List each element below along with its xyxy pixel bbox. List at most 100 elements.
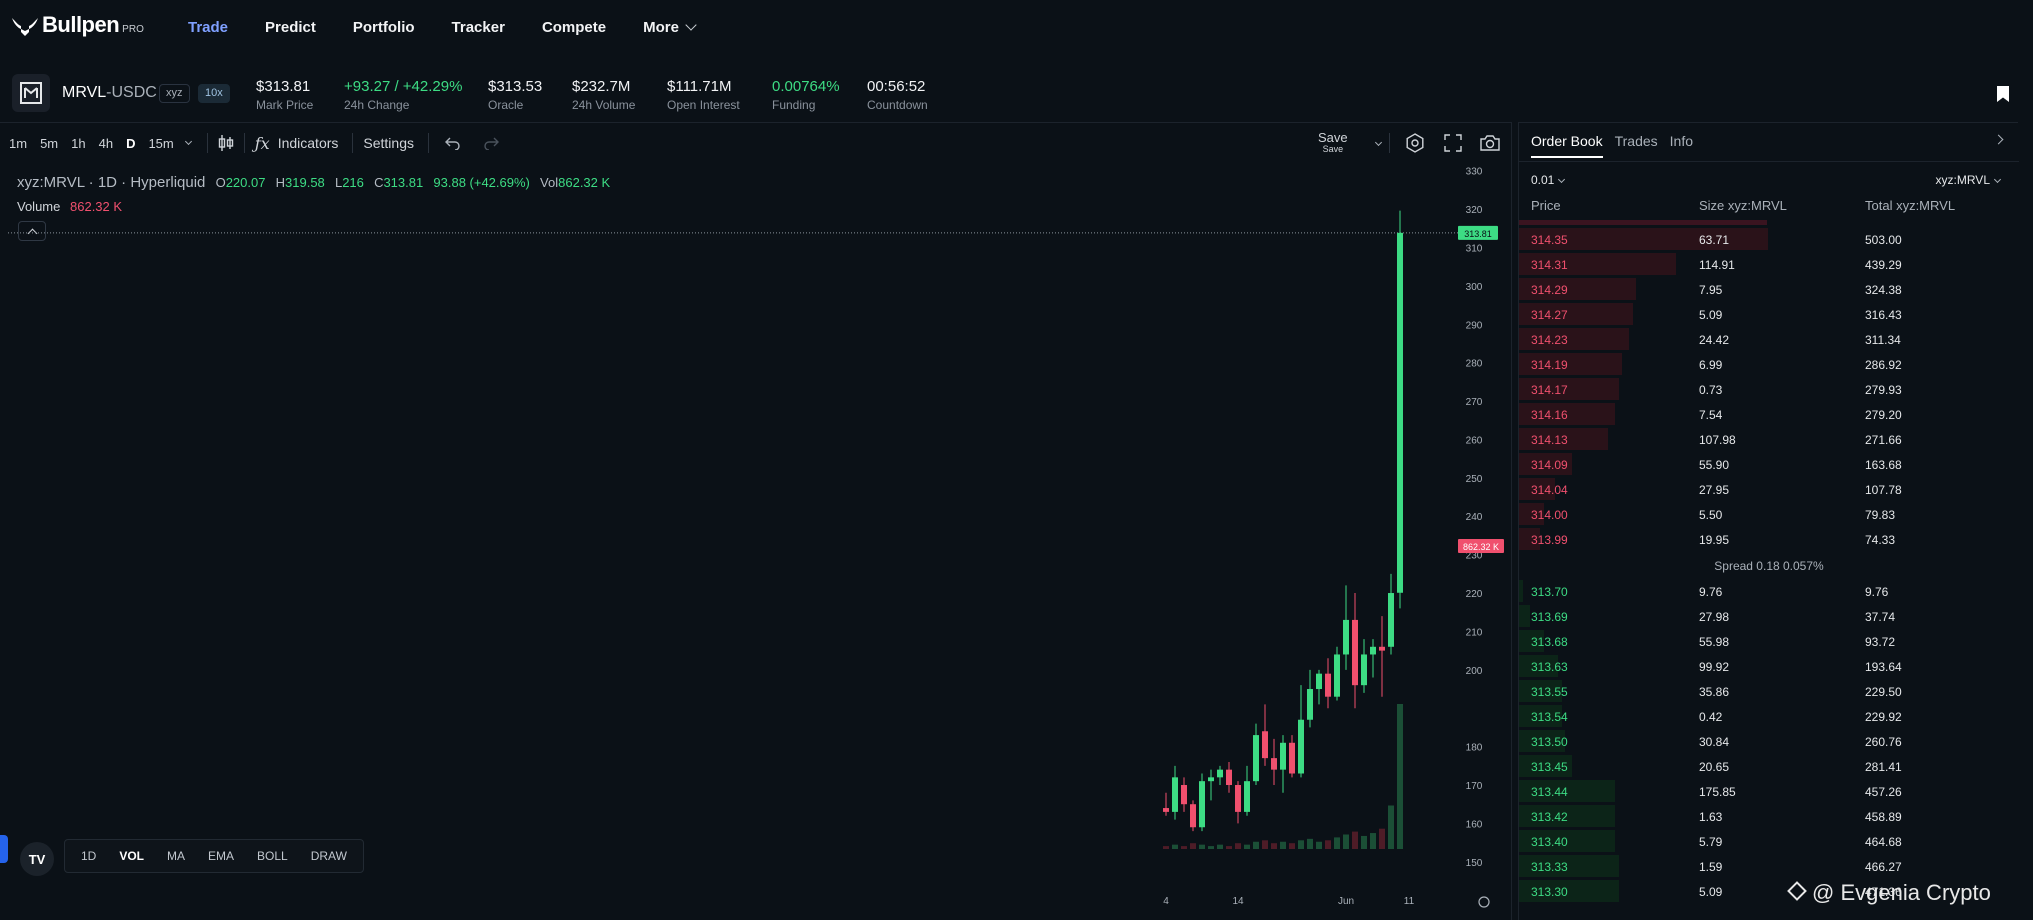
- stat-label: 24h Change: [344, 98, 410, 112]
- ask-row[interactable]: 314.31 114.91 439.29: [1519, 252, 2019, 277]
- bid-row[interactable]: 313.63 99.92 193.64: [1519, 654, 2019, 679]
- bid-price: 313.54: [1531, 710, 1568, 724]
- candle-style-icon[interactable]: [218, 134, 234, 152]
- tradingview-logo[interactable]: TV: [20, 842, 54, 876]
- brand-logo[interactable]: Bullpen PRO: [10, 12, 144, 38]
- bid-row[interactable]: 313.50 30.84 260.76: [1519, 729, 2019, 754]
- volume-bar: [1298, 840, 1304, 849]
- nav-predict[interactable]: Predict: [265, 19, 316, 36]
- camera-icon[interactable]: [1479, 134, 1501, 152]
- volume-bar: [1370, 833, 1376, 849]
- bid-row[interactable]: 313.33 1.59 466.27: [1519, 854, 2019, 879]
- ask-row[interactable]: 314.09 55.90 163.68: [1519, 452, 2019, 477]
- candle-body: [1289, 742, 1295, 774]
- price-chart[interactable]: 3303203103002902802702602502402302202102…: [0, 163, 1512, 920]
- ask-row[interactable]: 314.13 107.98 271.66: [1519, 427, 2019, 452]
- ask-row[interactable]: 314.00 5.50 79.83: [1519, 502, 2019, 527]
- tab-info[interactable]: Info: [1670, 133, 1693, 158]
- asset-quote: -USDC: [106, 84, 157, 101]
- indicators-button[interactable]: ƒx Indicators: [255, 134, 339, 153]
- chevron-down-icon: [1558, 175, 1566, 184]
- stat-funding: 0.00764% Funding: [772, 78, 840, 112]
- timeframe-d[interactable]: D: [126, 136, 135, 151]
- chevron-right-icon[interactable]: [1993, 134, 2004, 145]
- bid-row[interactable]: 313.44 175.85 457.26: [1519, 779, 2019, 804]
- ask-row[interactable]: 314.19 6.99 286.92: [1519, 352, 2019, 377]
- bid-price: 313.45: [1531, 760, 1568, 774]
- bottom-tab-ma[interactable]: MA: [167, 849, 185, 863]
- chart-toolbar: 1m 5m 1h 4h D 15m ƒx Indicators Settings: [0, 123, 1512, 163]
- bid-row[interactable]: 313.55 35.86 229.50: [1519, 679, 2019, 704]
- bottom-tab-boll[interactable]: BOLL: [257, 849, 288, 863]
- stat-mark-price: $313.81 Mark Price: [256, 78, 313, 112]
- leverage-badge[interactable]: 10x: [198, 84, 230, 103]
- y-tick-label: 170: [1466, 781, 1483, 792]
- sidebar-toggle-handle[interactable]: [0, 835, 8, 863]
- y-tick-label: 300: [1466, 282, 1483, 293]
- bookmark-icon[interactable]: [1997, 86, 2009, 102]
- timeframe-1h[interactable]: 1h: [71, 136, 85, 151]
- bottom-tab-vol[interactable]: VOL: [119, 849, 144, 863]
- nav-tracker[interactable]: Tracker: [452, 19, 505, 36]
- chevron-down-icon: [685, 19, 697, 31]
- ticker-bar: MRVL-USDC xyz 10x $313.81 Mark Price +93…: [0, 70, 2033, 116]
- candle-body: [1343, 619, 1349, 655]
- timeframe-5m[interactable]: 5m: [40, 136, 58, 151]
- ask-total: 279.20: [1865, 408, 1902, 422]
- timeframe-1m[interactable]: 1m: [9, 136, 27, 151]
- settings-button[interactable]: Settings: [363, 135, 414, 151]
- bid-row[interactable]: 313.45 20.65 281.41: [1519, 754, 2019, 779]
- bottom-tab-1d[interactable]: 1D: [81, 849, 96, 863]
- ask-row[interactable]: 314.23 24.42 311.34: [1519, 327, 2019, 352]
- ask-row[interactable]: 314.29 7.95 324.38: [1519, 277, 2019, 302]
- bid-row[interactable]: 313.42 1.63 458.89: [1519, 804, 2019, 829]
- ask-row[interactable]: 313.99 19.95 74.33: [1519, 527, 2019, 552]
- timeframe-15m[interactable]: 15m: [148, 136, 173, 151]
- ask-row[interactable]: 314.04 27.95 107.78: [1519, 477, 2019, 502]
- bid-size: 5.09: [1699, 885, 1723, 899]
- bid-row[interactable]: 313.70 9.76 9.76: [1519, 579, 2019, 604]
- ask-price: 314.13: [1531, 433, 1568, 447]
- ask-price: 314.17: [1531, 383, 1568, 397]
- bid-row[interactable]: 313.68 55.98 93.72: [1519, 629, 2019, 654]
- save-layout-button[interactable]: Save Save: [1318, 130, 1348, 154]
- bid-price: 313.33: [1531, 860, 1568, 874]
- gear-icon[interactable]: [1405, 133, 1425, 153]
- tab-trades[interactable]: Trades: [1615, 133, 1658, 158]
- ask-size: 114.91: [1699, 258, 1735, 272]
- ask-row[interactable]: 314.17 0.73 279.93: [1519, 377, 2019, 402]
- divider: [1389, 133, 1390, 153]
- bid-row[interactable]: 313.54 0.42 229.92: [1519, 704, 2019, 729]
- nav-more[interactable]: More: [643, 19, 697, 36]
- fullscreen-icon[interactable]: [1444, 134, 1462, 152]
- bid-row[interactable]: 313.69 27.98 37.74: [1519, 604, 2019, 629]
- ask-price: 314.27: [1531, 308, 1568, 322]
- ask-row[interactable]: 314.27 5.09 316.43: [1519, 302, 2019, 327]
- tab-order-book[interactable]: Order Book: [1531, 133, 1603, 158]
- volume-bar: [1181, 846, 1187, 849]
- nav-portfolio[interactable]: Portfolio: [353, 19, 415, 36]
- undo-icon[interactable]: [445, 136, 461, 150]
- size-unit-select[interactable]: xyz:MRVL: [1936, 173, 2002, 187]
- tick-size-select[interactable]: 0.01: [1531, 173, 1566, 187]
- dex-tag: xyz: [159, 84, 190, 103]
- stat-label: Mark Price: [256, 98, 314, 112]
- chevron-down-icon[interactable]: [184, 137, 192, 145]
- bottom-tab-draw[interactable]: DRAW: [311, 849, 347, 863]
- bid-row[interactable]: 313.40 5.79 464.68: [1519, 829, 2019, 854]
- ask-row[interactable]: 314.35 63.71 503.00: [1519, 227, 2019, 252]
- ask-row[interactable]: 314.16 7.54 279.20: [1519, 402, 2019, 427]
- volume-bar: [1190, 843, 1196, 849]
- ask-total: 311.34: [1865, 333, 1901, 347]
- stat-label: 24h Volume: [572, 98, 636, 112]
- redo-icon[interactable]: [483, 136, 499, 150]
- market-selector[interactable]: MRVL-USDC: [62, 84, 157, 102]
- y-tick-label: 180: [1466, 743, 1483, 754]
- stat-countdown: 00:56:52 Countdown: [867, 78, 928, 112]
- nav-trade[interactable]: Trade: [188, 19, 228, 36]
- x-tick-label: 11: [1404, 896, 1415, 907]
- timeframe-4h[interactable]: 4h: [99, 136, 113, 151]
- bottom-tab-ema[interactable]: EMA: [208, 849, 234, 863]
- ask-size: 27.95: [1699, 483, 1730, 497]
- nav-compete[interactable]: Compete: [542, 19, 606, 36]
